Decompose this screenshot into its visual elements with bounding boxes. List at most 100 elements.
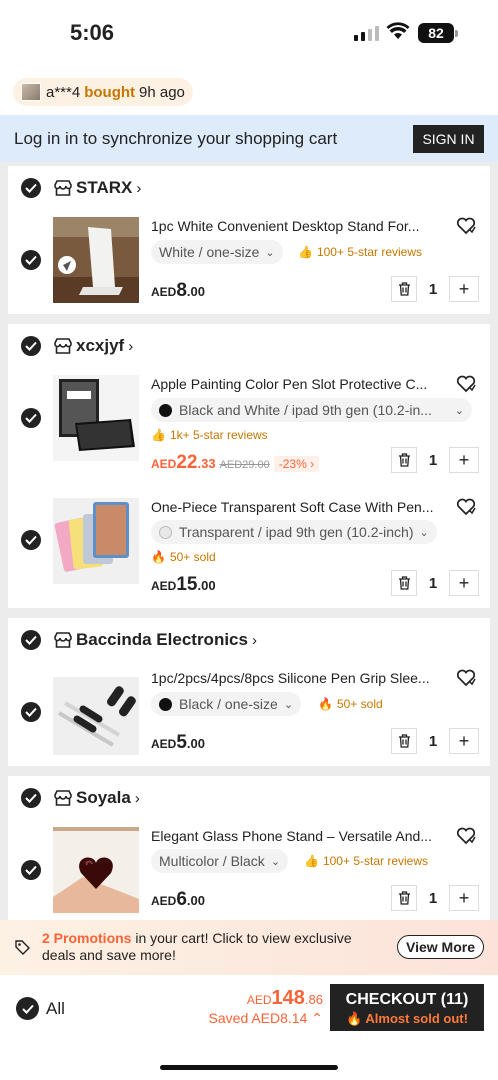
price-integer: 5 [176,732,187,753]
delete-button[interactable] [391,728,417,754]
login-banner-text: Log in in to synchronize your shopping c… [14,128,338,148]
quantity-value[interactable]: 1 [417,890,449,907]
item-select-checkbox[interactable] [21,530,41,550]
home-indicator[interactable] [160,1065,338,1070]
status-time: 5:06 [70,20,115,45]
variant-selector[interactable]: Black and White / ipad 9th gen (10.2-in.… [151,398,472,422]
delete-button[interactable] [391,276,417,302]
price-integer: 8 [176,280,187,301]
product-title[interactable]: 1pc White Convenient Desktop Stand For..… [151,218,434,234]
variant-selector[interactable]: Multicolor / Black ⌄ [151,849,289,873]
increase-quantity-button[interactable]: + [449,447,479,473]
item-select-checkbox[interactable] [21,250,41,270]
store-link-baccinda-electronics[interactable]: Baccinda Electronics › [54,630,257,650]
promotions-text-rest: in your cart! Click to view exclusive [131,930,352,946]
trash-icon [398,282,410,296]
chevron-down-icon: ⌄ [270,855,281,868]
login-banner: Log in in to synchronize your shopping c… [0,115,498,162]
store-select-checkbox[interactable] [21,336,41,356]
wishlist-heart-icon[interactable] [456,669,476,687]
chevron-down-icon: ⌄ [283,698,294,711]
delete-button[interactable] [391,885,417,911]
delete-button[interactable] [391,570,417,596]
increase-quantity-button[interactable]: + [449,276,479,302]
store-link-starx[interactable]: STARX › [54,178,141,198]
view-more-button[interactable]: View More [397,935,484,959]
price-decimal: .00 [186,284,205,299]
store-link-soyala[interactable]: Soyala › [54,788,140,808]
battery-icon: 82 [418,23,458,43]
trash-icon [398,453,410,467]
checkout-button[interactable]: CHECKOUT (11) 🔥 Almost sold out! [330,984,484,1031]
chevron-down-icon: ⌄ [265,246,275,259]
reviews-badge: 👍 100+ 5-star reviews [298,245,422,259]
fire-icon: 🔥 [151,550,166,564]
almost-sold-out-notice: 🔥 Almost sold out! [330,1011,484,1027]
wifi-icon [386,22,410,39]
delete-button[interactable] [391,447,417,473]
item-select-checkbox[interactable] [21,860,41,880]
item-select-checkbox[interactable] [21,702,41,722]
product-image[interactable] [53,217,139,303]
product-image[interactable] [53,498,139,584]
store-icon [54,632,72,648]
quantity-stepper: 1 + [391,447,479,473]
select-all-checkbox[interactable] [16,997,39,1020]
increase-quantity-button[interactable]: + [449,570,479,596]
quantity-stepper: 1 + [391,728,479,754]
sign-in-button[interactable]: SIGN IN [413,125,484,153]
chevron-right-icon: › [136,179,142,197]
store-card-soyala: Soyala › Elegant Glass Phone Stand – Vers… [8,776,490,920]
quantity-value[interactable]: 1 [417,733,449,750]
price-decimal: .00 [197,578,216,593]
item-select-checkbox[interactable] [21,408,41,428]
promotions-count: 2 Promotions [42,930,132,946]
product-title[interactable]: Elegant Glass Phone Stand – Versatile An… [151,828,434,844]
quantity-stepper: 1 + [391,570,479,596]
total-currency: AED [246,993,272,1007]
cellular-signal-icon [354,26,379,41]
product-title[interactable]: Apple Painting Color Pen Slot Protective… [151,376,434,392]
wishlist-heart-icon[interactable] [456,217,476,235]
product-title[interactable]: One-Piece Transparent Soft Case With Pen… [151,499,434,515]
product-image[interactable] [53,669,139,755]
store-select-checkbox[interactable] [21,630,41,650]
product-image[interactable] [53,375,139,461]
store-select-checkbox[interactable] [21,178,41,198]
store-link-xcxjyf[interactable]: xcxjyf › [54,336,133,356]
item-price: AED 6.00 [151,889,205,911]
discount-badge[interactable]: -23% › [273,456,320,472]
price-integer: 15 [176,574,198,595]
wishlist-heart-icon[interactable] [456,375,476,393]
bought-label: bought [84,83,136,101]
store-select-checkbox[interactable] [21,788,41,808]
chevron-down-icon: ⌄ [454,404,464,417]
product-image[interactable] [53,827,139,913]
variant-selector[interactable]: Transparent / ipad 9th gen (10.2-inch) ⌄ [151,520,437,544]
color-swatch [159,697,172,711]
quantity-stepper: 1 + [391,276,479,302]
reviews-text: 100+ 5-star reviews [322,854,428,868]
buyer-name: a***4 [46,83,81,101]
fire-icon: 🔥 [346,1011,363,1026]
variant-selector[interactable]: White / one-size ⌄ [151,240,283,264]
wishlist-heart-icon[interactable] [456,498,476,516]
quantity-value[interactable]: 1 [417,575,449,592]
sold-text: 50+ sold [169,550,216,564]
reviews-badge: 👍 1k+ 5-star reviews [151,428,268,442]
item-price: AED 15.00 [151,574,216,596]
price-currency: AED [151,285,177,299]
original-price: AED29.00 [219,459,270,471]
store-name: xcxjyf [76,336,125,355]
quantity-value[interactable]: 1 [417,452,449,469]
select-all-label[interactable]: All [46,999,65,1019]
increase-quantity-button[interactable]: + [449,885,479,911]
savings-toggle[interactable]: Saved AED8.14 ⌃ [209,1010,323,1027]
reviews-text: 100+ 5-star reviews [316,245,422,259]
product-title[interactable]: 1pc/2pcs/4pcs/8pcs Silicone Pen Grip Sle… [151,670,434,686]
variant-selector[interactable]: Black / one-size ⌄ [151,692,302,716]
increase-quantity-button[interactable]: + [449,728,479,754]
item-price: AED 22.33 AED29.00 -23% › [151,452,320,474]
wishlist-heart-icon[interactable] [456,827,476,845]
quantity-value[interactable]: 1 [417,281,449,298]
